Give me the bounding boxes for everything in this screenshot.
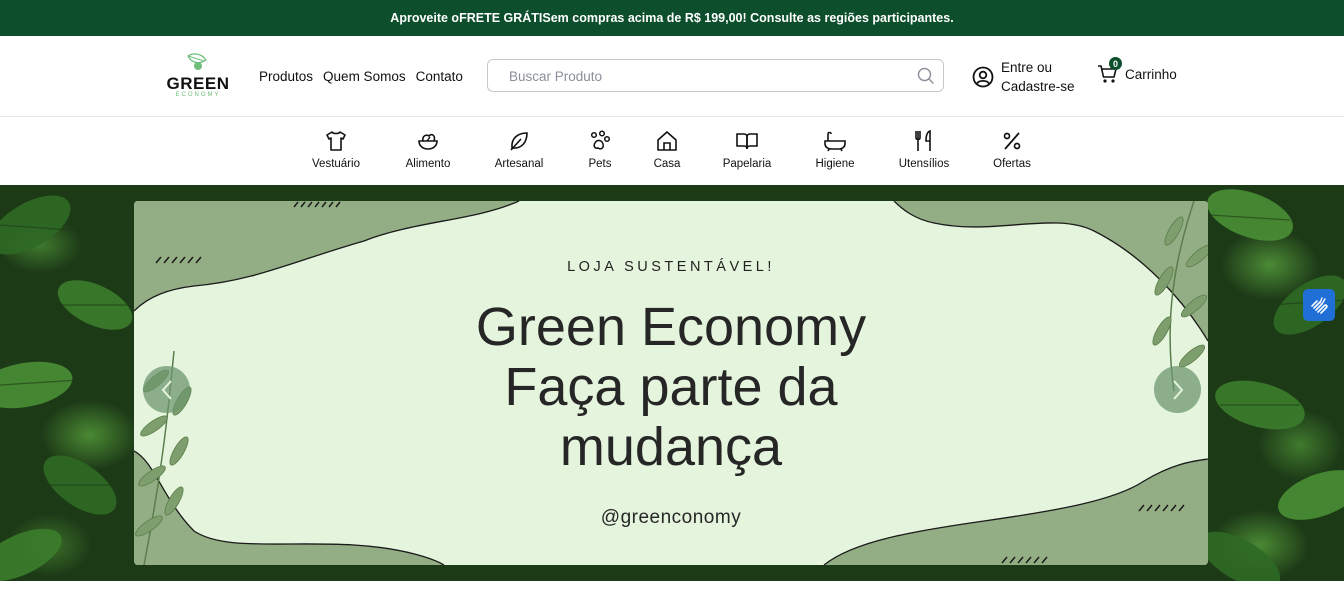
shirt-icon (326, 131, 346, 151)
category-ofertas[interactable]: Ofertas (990, 129, 1034, 170)
sign-language-icon (1311, 297, 1328, 314)
category-alimento[interactable]: Alimento (402, 129, 454, 170)
search-icon[interactable] (917, 67, 935, 85)
category-vestuario[interactable]: Vestuário (310, 129, 362, 170)
category-papelaria[interactable]: Papelaria (722, 129, 772, 170)
nav-contato[interactable]: Contato (416, 69, 463, 84)
category-artesanal[interactable]: Artesanal (493, 129, 545, 170)
hero-handle: @greenconomy (600, 507, 742, 528)
salad-bowl-icon (418, 133, 438, 150)
nav-quem-somos[interactable]: Quem Somos (323, 69, 406, 84)
category-pets[interactable]: Pets (580, 129, 620, 170)
account-text: Entre ou Cadastre-se (1001, 58, 1075, 96)
carousel-next-button[interactable] (1154, 366, 1201, 413)
category-label: Alimento (405, 158, 451, 170)
chevron-right-icon (1172, 379, 1183, 400)
utensils-icon (915, 129, 931, 151)
chevron-left-icon (161, 379, 172, 400)
book-icon (736, 133, 758, 150)
percent-icon (1003, 132, 1021, 150)
hero-title-line3: mudança (559, 417, 783, 477)
category-label: Vestuário (312, 158, 360, 170)
category-label: Artesanal (494, 158, 544, 170)
leaf-icon (510, 132, 528, 151)
hero-title-line1: Green Economy (475, 297, 867, 357)
cart-count-badge: 0 (1109, 57, 1122, 70)
cart-link[interactable]: 0 Carrinho (1097, 57, 1177, 85)
bathtub-icon (824, 131, 846, 152)
category-utensilios[interactable]: Utensílios (897, 129, 951, 170)
hero-kicker: LOJA SUSTENTÁVEL! (567, 259, 775, 275)
hero-title-line2: Faça parte da (504, 357, 838, 417)
promo-prefix: Aproveite o (390, 11, 460, 25)
hero-title: Green Economy Faça parte da mudança (134, 297, 1208, 477)
cart-icon-wrap: 0 (1097, 57, 1122, 85)
leaf-logo-icon (187, 53, 207, 70)
cart-label: Carrinho (1125, 66, 1177, 82)
search-box (487, 59, 944, 92)
promo-bar: Aproveite o FRETE GRÁTIS em compras acim… (0, 0, 1344, 36)
paw-icon (590, 130, 611, 150)
category-label: Pets (588, 158, 612, 170)
site-header: GREEN ECONOMY Produtos Quem Somos Contat… (0, 36, 1344, 117)
carousel-prev-button[interactable] (143, 366, 190, 413)
category-label: Papelaria (722, 158, 772, 170)
user-icon (972, 66, 994, 88)
category-label: Casa (653, 158, 681, 170)
nav-produtos[interactable]: Produtos (259, 69, 313, 84)
main-nav: Produtos Quem Somos Contato (259, 69, 473, 84)
category-higiene[interactable]: Higiene (812, 129, 858, 170)
account-line2: Cadastre-se (1001, 79, 1075, 94)
page-bottom (0, 581, 1344, 591)
logo[interactable]: GREEN ECONOMY (166, 52, 230, 100)
account-link[interactable]: Entre ou Cadastre-se (972, 58, 1075, 96)
logo-sub: ECONOMY (175, 92, 221, 98)
accessibility-button[interactable] (1303, 289, 1335, 321)
category-label: Higiene (815, 158, 855, 170)
category-label: Utensílios (898, 158, 950, 170)
category-label: Ofertas (993, 158, 1031, 170)
promo-suffix: em compras acima de R$ 199,00! Consulte … (550, 11, 954, 25)
search-input[interactable] (507, 68, 911, 85)
logo-word: GREEN (166, 74, 230, 93)
hero-carousel: LOJA SUSTENTÁVEL! Green Economy Faça par… (0, 185, 1344, 581)
hero-banner[interactable]: LOJA SUSTENTÁVEL! Green Economy Faça par… (134, 201, 1208, 565)
promo-highlight: FRETE GRÁTIS (459, 11, 551, 25)
category-bar: Vestuário Alimento Artesanal Pets Casa P… (0, 117, 1344, 185)
house-icon (657, 131, 677, 151)
account-line1: Entre ou (1001, 60, 1053, 75)
category-casa[interactable]: Casa (650, 129, 684, 170)
